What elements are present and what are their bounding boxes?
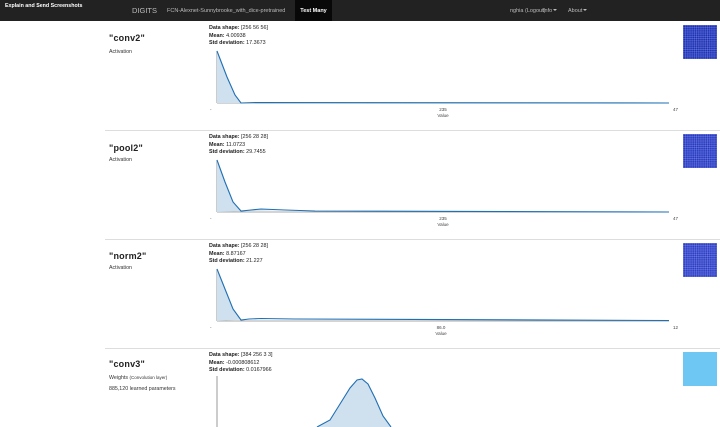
x-mid-label: 235 (439, 216, 447, 221)
histogram-chart (216, 376, 392, 427)
chevron-down-icon (583, 9, 588, 12)
x-min-label: - (210, 216, 212, 221)
x-axis-title: Value (437, 113, 449, 118)
histogram-area (217, 269, 261, 321)
histogram-chart: - 235 Value 47 (210, 159, 679, 227)
user-logout-link[interactable]: nghia (Logout) (510, 8, 545, 14)
histogram-area (317, 379, 391, 427)
layer-stats: Data shape: [256 28 28] Mean: 8.87167 St… (209, 243, 268, 266)
layer-row-conv3: "conv3" Weights (Convolution layer) 885,… (105, 349, 720, 427)
layer-type: Activation (109, 265, 132, 271)
mean: Mean: 8.87167 (209, 250, 246, 257)
layer-name: "conv3" (109, 359, 145, 369)
layer-row-norm2: "norm2" Activation Data shape: [256 28 2… (105, 240, 720, 349)
x-axis-title: Value (437, 222, 449, 227)
info-label: Info (543, 7, 553, 14)
x-max-label: 47 (673, 107, 679, 112)
histogram-chart: - 235 Value 47 (210, 50, 679, 118)
mean: Mean: 11.0723 (209, 141, 246, 148)
x-mid-label: 86.0 (437, 325, 446, 330)
activation-thumbnail[interactable] (683, 243, 717, 277)
layer-type: Activation (109, 49, 132, 55)
x-axis-title: Value (435, 331, 447, 336)
brand-link[interactable]: DIGITS (132, 6, 157, 15)
activation-thumbnail[interactable] (683, 134, 717, 168)
job-link[interactable]: FCN-Alexnet-Sunnybrooke_with_dice-pretra… (167, 8, 285, 14)
screenshot-overlay-label: Explain and Send Screenshots (5, 3, 83, 9)
data-shape: Data shape: [256 56 56] (209, 25, 269, 31)
layer-stats: Data shape: [256 28 28] Mean: 11.0723 St… (209, 134, 268, 157)
learned-parameters: 885,120 learned parameters (109, 386, 176, 392)
layer-row-pool2: "pool2" Activation Data shape: [256 28 2… (105, 131, 720, 240)
layer-name: "conv2" (109, 33, 145, 43)
x-max-label: 12 (673, 325, 679, 330)
chevron-down-icon (553, 9, 558, 12)
x-min-label: - (210, 107, 212, 112)
data-shape: Data shape: [256 28 28] (209, 134, 269, 140)
histogram-area (217, 160, 285, 212)
layer-type: Activation (109, 157, 132, 163)
mean: Mean: -0.000808612 (209, 359, 260, 366)
data-shape: Data shape: [256 28 28] (209, 243, 269, 249)
histogram-area (217, 51, 241, 103)
info-dropdown[interactable]: Info (543, 7, 558, 14)
mean: Mean: 4.00938 (209, 32, 246, 39)
x-min-label: - (210, 325, 212, 330)
x-mid-label: 235 (439, 107, 447, 112)
layer-type-note: (Convolution layer) (129, 375, 168, 380)
activation-thumbnail[interactable] (683, 25, 717, 59)
histogram-line (216, 268, 670, 322)
histogram-line (216, 50, 670, 104)
histogram-line (216, 159, 670, 213)
weights-thumbnail[interactable] (683, 352, 717, 386)
tab-test-many-label: Test Many (300, 7, 327, 14)
data-shape: Data shape: [384 256 3 3] (209, 352, 273, 358)
layer-name: "norm2" (109, 251, 147, 261)
navbar: Explain and Send Screenshots DIGITS FCN-… (0, 0, 720, 21)
histogram-chart: - 86.0 Value 12 (210, 268, 679, 336)
about-dropdown[interactable]: About (568, 7, 588, 14)
layer-stats: Data shape: [256 56 56] Mean: 4.00938 St… (209, 25, 268, 48)
layer-stats: Data shape: [384 256 3 3] Mean: -0.00080… (209, 352, 273, 375)
tab-test-many[interactable]: Test Many (295, 0, 332, 21)
about-label: About (568, 7, 583, 14)
x-max-label: 47 (673, 216, 679, 221)
layer-type: Weights (Convolution layer) (109, 375, 168, 381)
layer-name: "pool2" (109, 143, 143, 153)
layer-row-conv2: "conv2" Activation Data shape: [256 56 5… (105, 21, 720, 131)
